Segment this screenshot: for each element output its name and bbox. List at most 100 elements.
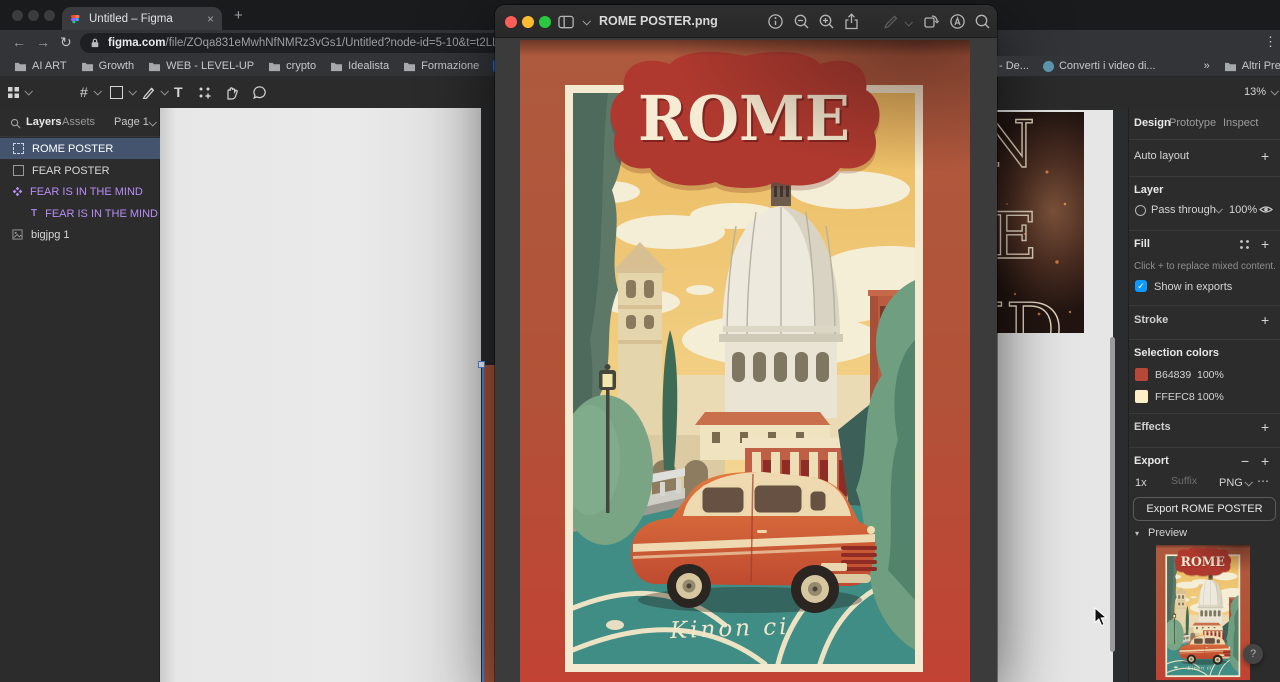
zoom-out-icon[interactable] [793, 13, 810, 30]
comment-tool-button[interactable] [252, 81, 267, 103]
add-fill-icon[interactable]: + [1261, 236, 1269, 252]
blend-mode-icon[interactable] [1135, 205, 1146, 216]
layer-row-image[interactable]: bigjpg 1 [0, 224, 160, 245]
window-close-button[interactable] [12, 10, 23, 21]
chevron-down-icon[interactable] [148, 118, 156, 126]
remove-export-icon[interactable]: − [1241, 453, 1249, 469]
help-button[interactable]: ? [1243, 644, 1263, 664]
layer-row-fear-poster[interactable]: FEAR POSTER [0, 160, 160, 181]
shape-tool-button[interactable] [110, 81, 135, 103]
search-icon[interactable] [974, 13, 991, 30]
search-icon[interactable] [10, 118, 21, 129]
minimize-traffic-light[interactable] [522, 16, 534, 28]
frame-icon [13, 165, 24, 176]
zoom-traffic-light[interactable] [539, 16, 551, 28]
color-swatch-cream[interactable] [1135, 390, 1148, 403]
bookmark-altri-preferiti[interactable]: Altri Preferiti [1224, 60, 1280, 72]
info-icon[interactable] [767, 13, 784, 30]
bookmark-folder[interactable]: Formazione [403, 60, 479, 72]
browser-menu-icon[interactable]: ⋮ [1264, 34, 1277, 50]
canvas-frame-fear-poster[interactable] [160, 108, 481, 682]
export-suffix-input[interactable] [1169, 474, 1217, 488]
bookmark-folder[interactable]: Growth [81, 60, 134, 72]
export-scale[interactable]: 1x [1135, 477, 1147, 489]
bookmark-converti[interactable]: Converti i video di... [1043, 60, 1156, 72]
selection-handle[interactable] [478, 361, 485, 368]
rome-poster-artwork: Kinon ci ROME ROME [1156, 545, 1176, 681]
stroke-section-label: Stroke [1134, 314, 1168, 326]
bookmarks-overflow-icon[interactable]: » [1204, 60, 1210, 72]
tab-prototype[interactable]: Prototype [1169, 117, 1216, 129]
panel-scrollbar[interactable] [1110, 337, 1115, 652]
show-in-exports-label: Show in exports [1154, 281, 1232, 293]
sidebar-toggle-icon[interactable] [558, 14, 575, 31]
folder-icon [330, 61, 343, 72]
add-effect-icon[interactable]: + [1261, 419, 1269, 435]
preview-window-titlebar[interactable]: ROME POSTER.png [495, 5, 997, 38]
resources-tool-button[interactable] [198, 81, 211, 103]
layer-row-text[interactable]: T FEAR IS IN THE MIND [0, 203, 160, 224]
chevron-down-icon [1270, 87, 1278, 95]
page-selector[interactable]: Page 1 [114, 116, 149, 128]
url-domain: figma.com [108, 37, 166, 49]
chevron-down-icon[interactable] [582, 17, 590, 25]
bookmark-item[interactable]: - De... [999, 60, 1029, 72]
zoom-in-icon[interactable] [818, 13, 835, 30]
resources-icon [198, 86, 211, 99]
color-opacity[interactable]: 100% [1197, 369, 1224, 381]
close-traffic-light[interactable] [505, 16, 517, 28]
rotate-icon[interactable] [923, 13, 940, 30]
share-icon[interactable] [843, 13, 860, 30]
fill-styles-icon[interactable] [1239, 239, 1250, 250]
add-export-icon[interactable]: + [1261, 453, 1269, 469]
frame-tool-icon: # [80, 84, 88, 100]
color-swatch-red[interactable] [1135, 368, 1148, 381]
export-options-icon[interactable]: ⋯ [1257, 474, 1269, 488]
blend-mode-dropdown[interactable]: Pass through [1151, 204, 1216, 216]
window-minimize-button[interactable] [28, 10, 39, 21]
text-tool-button[interactable]: T [174, 81, 183, 103]
tab-close-icon[interactable]: × [207, 12, 214, 26]
svg-text:Kinon ci: Kinon ci [669, 614, 790, 644]
folder-icon [1224, 61, 1237, 72]
chevron-down-icon[interactable] [1244, 478, 1252, 486]
show-in-exports-checkbox[interactable]: ✓ [1135, 280, 1147, 292]
back-icon[interactable]: ← [12, 34, 26, 50]
bookmark-folder[interactable]: WEB - LEVEL-UP [148, 60, 254, 72]
color-opacity[interactable]: 100% [1197, 391, 1224, 403]
layer-row-component[interactable]: FEAR IS IN THE MIND [0, 181, 160, 202]
canvas-fear-poster-fragment[interactable]: N E ID [995, 112, 1084, 333]
layer-row-rome-poster[interactable]: ROME POSTER [0, 138, 160, 159]
tab-inspect[interactable]: Inspect [1223, 117, 1258, 129]
markup-pencil-icon[interactable] [883, 13, 900, 30]
bookmark-folder[interactable]: crypto [268, 60, 316, 72]
window-zoom-button[interactable] [44, 10, 55, 21]
export-button[interactable]: Export ROME POSTER [1133, 497, 1276, 521]
add-stroke-icon[interactable]: + [1261, 312, 1269, 328]
new-tab-button[interactable]: + [234, 7, 243, 24]
layer-opacity[interactable]: 100% [1229, 204, 1257, 216]
canvas-frame-rome-poster-edge[interactable] [483, 365, 495, 682]
export-format-dropdown[interactable]: PNG [1219, 477, 1243, 489]
zoom-level-dropdown[interactable]: 13% [1244, 81, 1277, 103]
tab-assets[interactable]: Assets [62, 116, 95, 128]
bookmark-folder[interactable]: AI ART [14, 60, 67, 72]
tab-layers[interactable]: Layers [26, 116, 61, 128]
add-auto-layout-icon[interactable]: + [1261, 148, 1269, 164]
figma-main-menu[interactable] [7, 81, 31, 103]
hand-tool-button[interactable] [224, 81, 238, 103]
reload-icon[interactable]: ↻ [60, 34, 72, 51]
forward-icon[interactable]: → [36, 34, 50, 50]
markup-toolbox-icon[interactable] [949, 13, 966, 30]
chevron-down-icon[interactable] [904, 18, 912, 26]
browser-tab[interactable]: Untitled – Figma × [62, 7, 222, 30]
color-hex[interactable]: B64839 [1155, 369, 1191, 381]
eye-icon[interactable] [1259, 204, 1273, 215]
preview-disclosure-icon[interactable]: ▾ [1135, 529, 1139, 538]
bookmark-folder[interactable]: Idealista [330, 60, 389, 72]
component-icon [12, 186, 23, 197]
color-hex[interactable]: FFEFC8 [1155, 391, 1195, 403]
frame-tool-button[interactable]: # [80, 81, 100, 103]
tab-design[interactable]: Design [1134, 117, 1171, 129]
pen-tool-button[interactable] [142, 81, 167, 103]
